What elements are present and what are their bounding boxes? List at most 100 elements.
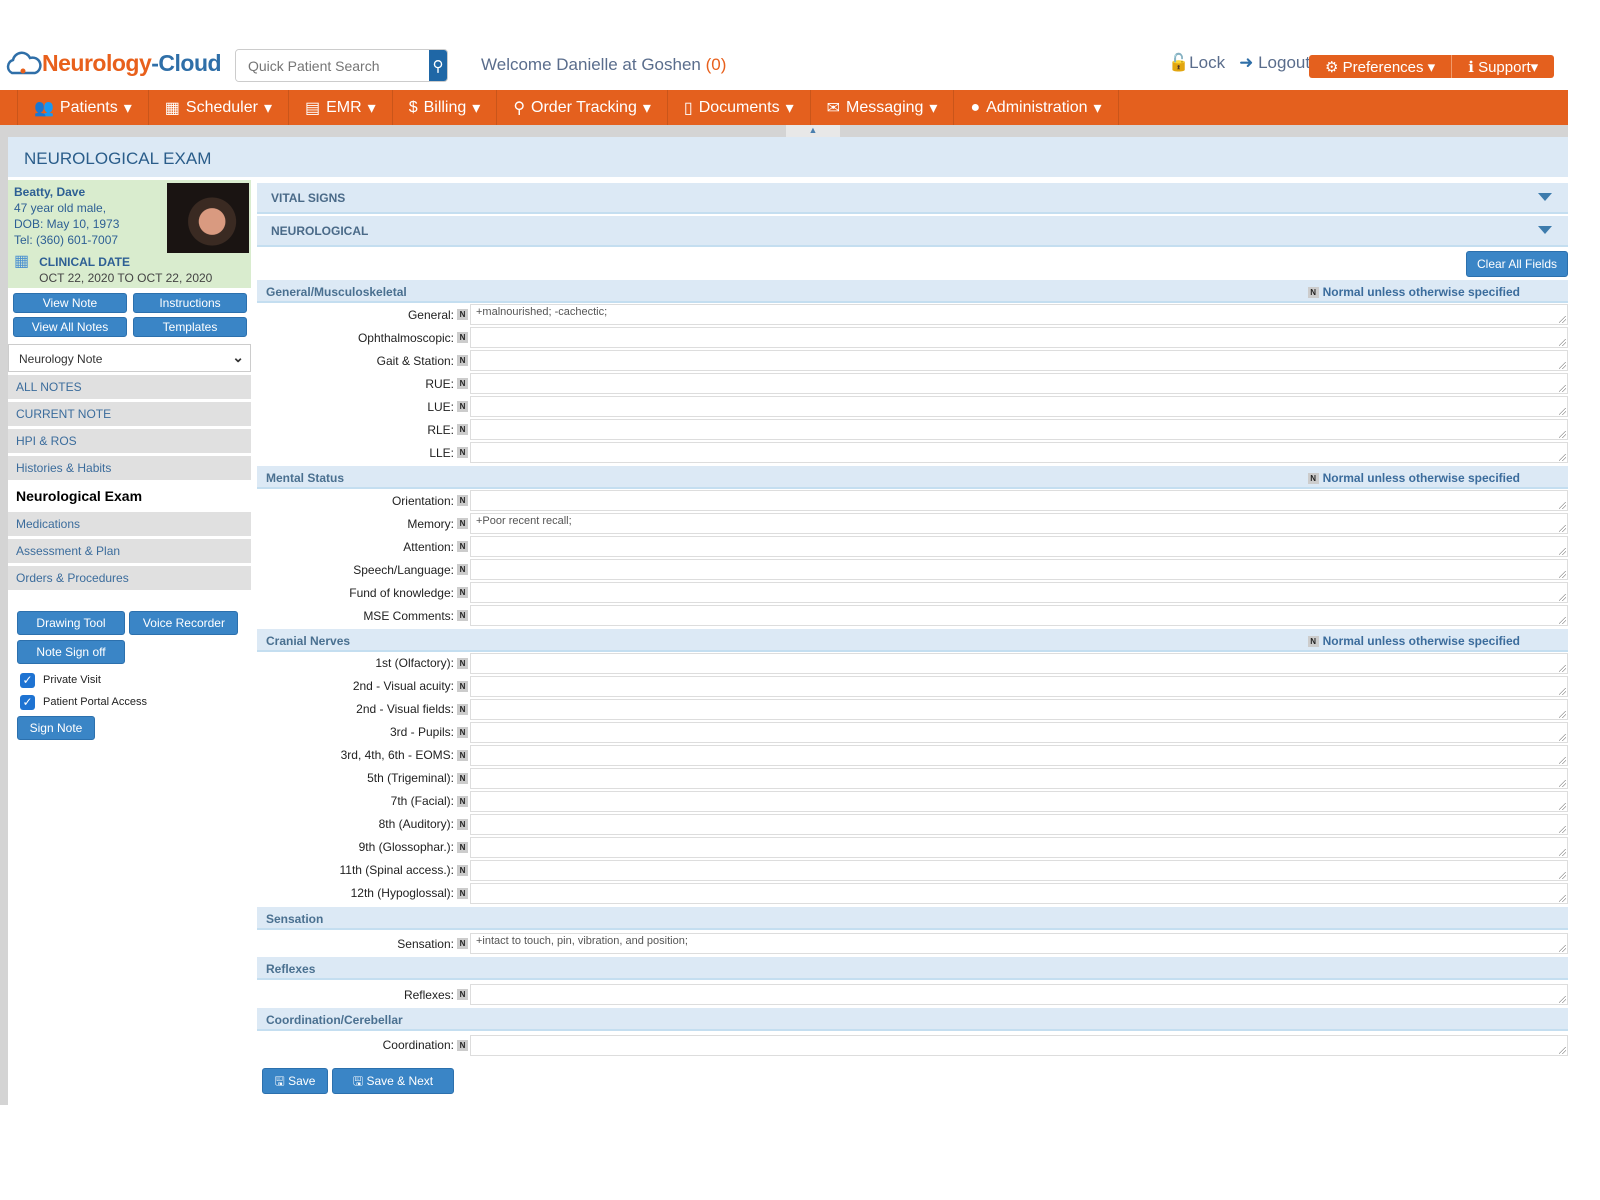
sidebar-item-assessment-plan[interactable]: Assessment & Plan <box>8 539 251 563</box>
templates-button[interactable]: Templates <box>133 317 247 337</box>
nav-documents[interactable]: ▯ Documents ▾ <box>668 90 811 125</box>
lue-textarea[interactable] <box>470 396 1568 418</box>
normal-n-button[interactable]: N <box>457 564 468 576</box>
view-all-notes-button[interactable]: View All Notes <box>13 317 127 337</box>
8th-auditory-textarea[interactable] <box>470 813 1568 835</box>
sidebar-item-medications[interactable]: Medications <box>8 512 251 536</box>
logo[interactable]: Neurology - Cloud <box>4 50 222 77</box>
normal-n-button[interactable]: N <box>457 541 468 553</box>
nav-administration[interactable]: ● Administration ▾ <box>954 90 1119 125</box>
sidebar-item-histories-habits[interactable]: Histories & Habits <box>8 456 251 480</box>
private-visit-checkbox[interactable]: ✓ Private Visit <box>17 669 242 691</box>
drawing-tool-button[interactable]: Drawing Tool <box>17 611 125 635</box>
field-label: Fund of knowledge: <box>349 585 454 600</box>
2nd-visual-fields-textarea[interactable] <box>470 698 1568 720</box>
nav-emr[interactable]: ▤ EMR ▾ <box>289 90 393 125</box>
normal-n-button[interactable]: N <box>457 447 468 459</box>
normal-n-button[interactable]: N <box>457 772 468 784</box>
accordion-vital-signs[interactable]: VITAL SIGNS <box>257 183 1568 214</box>
12th-hypoglossal-textarea[interactable] <box>470 882 1568 904</box>
sidebar-item-orders-procedures[interactable]: Orders & Procedures <box>8 566 251 590</box>
instructions-button[interactable]: Instructions <box>133 293 247 313</box>
sidebar-item-hpi-ros[interactable]: HPI & ROS <box>8 429 251 453</box>
rue-textarea[interactable] <box>470 373 1568 395</box>
nav-scheduler[interactable]: ▦ Scheduler ▾ <box>149 90 289 125</box>
normal-unless-specified-toggle[interactable]: N Normal unless otherwise specified <box>1307 285 1520 299</box>
accordion-neurological[interactable]: NEUROLOGICAL <box>257 216 1568 247</box>
sidebar-item-all-notes[interactable]: ALL NOTES <box>8 375 251 399</box>
normal-n-button[interactable]: N <box>457 938 468 950</box>
normal-unless-specified-toggle[interactable]: N Normal unless otherwise specified <box>1307 634 1520 648</box>
sensation-textarea[interactable]: +intact to touch, pin, vibration, and po… <box>470 933 1568 955</box>
normal-n-button[interactable]: N <box>457 989 468 1001</box>
sidebar-item-current-note[interactable]: CURRENT NOTE <box>8 402 251 426</box>
voice-recorder-button[interactable]: Voice Recorder <box>129 611 239 635</box>
normal-n-button[interactable]: N <box>457 680 468 692</box>
save-button[interactable]: 🖫 Save <box>262 1068 328 1095</box>
nav-messaging[interactable]: ✉ Messaging ▾ <box>811 90 955 125</box>
preferences-button[interactable]: ⚙ Preferences ▾ <box>1309 55 1453 78</box>
normal-n-button[interactable]: N <box>457 401 468 413</box>
normal-n-button[interactable]: N <box>457 610 468 621</box>
note-sign-off-button[interactable]: Note Sign off <box>17 640 125 664</box>
general-textarea[interactable]: +malnourished; -cachectic; <box>470 304 1568 326</box>
search-button[interactable]: ⚲ <box>429 50 447 81</box>
normal-n-button[interactable]: N <box>457 518 468 530</box>
normal-n-button[interactable]: N <box>457 309 468 321</box>
collapse-toggle[interactable]: ▲ <box>786 125 840 137</box>
reflexes-textarea[interactable] <box>470 984 1568 1006</box>
1st-olfactory-textarea[interactable] <box>470 652 1568 674</box>
normal-unless-specified-toggle[interactable]: N Normal unless otherwise specified <box>1307 471 1520 485</box>
orientation-textarea[interactable] <box>470 490 1568 512</box>
sidebar-item-neurological-exam[interactable]: Neurological Exam <box>8 483 251 509</box>
fund-of-knowledge-textarea[interactable] <box>470 582 1568 604</box>
normal-n-button[interactable]: N <box>457 424 468 436</box>
lock-link[interactable]: 🔓Lock <box>1168 53 1225 73</box>
rle-textarea[interactable] <box>470 419 1568 441</box>
nav-patients[interactable]: 👥 Patients ▾ <box>17 90 149 125</box>
lle-textarea[interactable] <box>470 442 1568 464</box>
attention-textarea[interactable] <box>470 536 1568 558</box>
message-count[interactable]: (0) <box>706 55 727 74</box>
normal-n-button[interactable]: N <box>457 332 468 344</box>
normal-n-button[interactable]: N <box>457 355 468 367</box>
11th-spinal-access-textarea[interactable] <box>470 859 1568 881</box>
sign-note-button[interactable]: Sign Note <box>17 716 95 740</box>
7th-facial-textarea[interactable] <box>470 790 1568 812</box>
normal-n-button[interactable]: N <box>457 1039 468 1051</box>
support-button[interactable]: ℹ Support▾ <box>1452 55 1555 78</box>
memory-textarea[interactable]: +Poor recent recall; <box>470 513 1568 535</box>
normal-n-button[interactable]: N <box>457 864 468 876</box>
normal-n-button[interactable]: N <box>457 749 468 761</box>
normal-n-button[interactable]: N <box>457 495 468 507</box>
3rd-pupils-textarea[interactable] <box>470 721 1568 743</box>
patient-portal-access-checkbox[interactable]: ✓ Patient Portal Access <box>17 691 242 713</box>
9th-glossophar-textarea[interactable] <box>470 836 1568 858</box>
nav-order-tracking[interactable]: ⚲ Order Tracking ▾ <box>497 90 668 125</box>
view-note-button[interactable]: View Note <box>13 293 127 313</box>
normal-n-button[interactable]: N <box>457 841 468 853</box>
normal-n-button[interactable]: N <box>457 703 468 715</box>
clear-all-fields-button[interactable]: Clear All Fields <box>1466 251 1568 277</box>
save-next-button[interactable]: 🖫 Save & Next <box>332 1068 454 1095</box>
ophthalmoscopic-textarea[interactable] <box>470 327 1568 349</box>
note-type-select[interactable]: Neurology Note ⌄ <box>8 344 251 372</box>
gait-station-textarea[interactable] <box>470 350 1568 372</box>
normal-n-button[interactable]: N <box>457 587 468 599</box>
normal-n-button[interactable]: N <box>457 887 468 899</box>
field-label: Attention: <box>403 539 454 554</box>
normal-n-button[interactable]: N <box>457 818 468 830</box>
coordination-textarea[interactable] <box>470 1034 1568 1056</box>
mse-comments-textarea[interactable] <box>470 605 1568 626</box>
normal-n-button[interactable]: N <box>457 795 468 807</box>
normal-n-button[interactable]: N <box>457 378 468 390</box>
2nd-visual-acuity-textarea[interactable] <box>470 675 1568 697</box>
logout-link[interactable]: ➜ Logout <box>1239 53 1310 73</box>
search-input[interactable] <box>236 50 429 81</box>
nav-billing[interactable]: $ Billing ▾ <box>393 90 498 125</box>
5th-trigeminal-textarea[interactable] <box>470 767 1568 789</box>
speech-language-textarea[interactable] <box>470 559 1568 581</box>
normal-n-button[interactable]: N <box>457 726 468 738</box>
normal-n-button[interactable]: N <box>457 657 468 669</box>
3rd-4th-6th-eoms-textarea[interactable] <box>470 744 1568 766</box>
